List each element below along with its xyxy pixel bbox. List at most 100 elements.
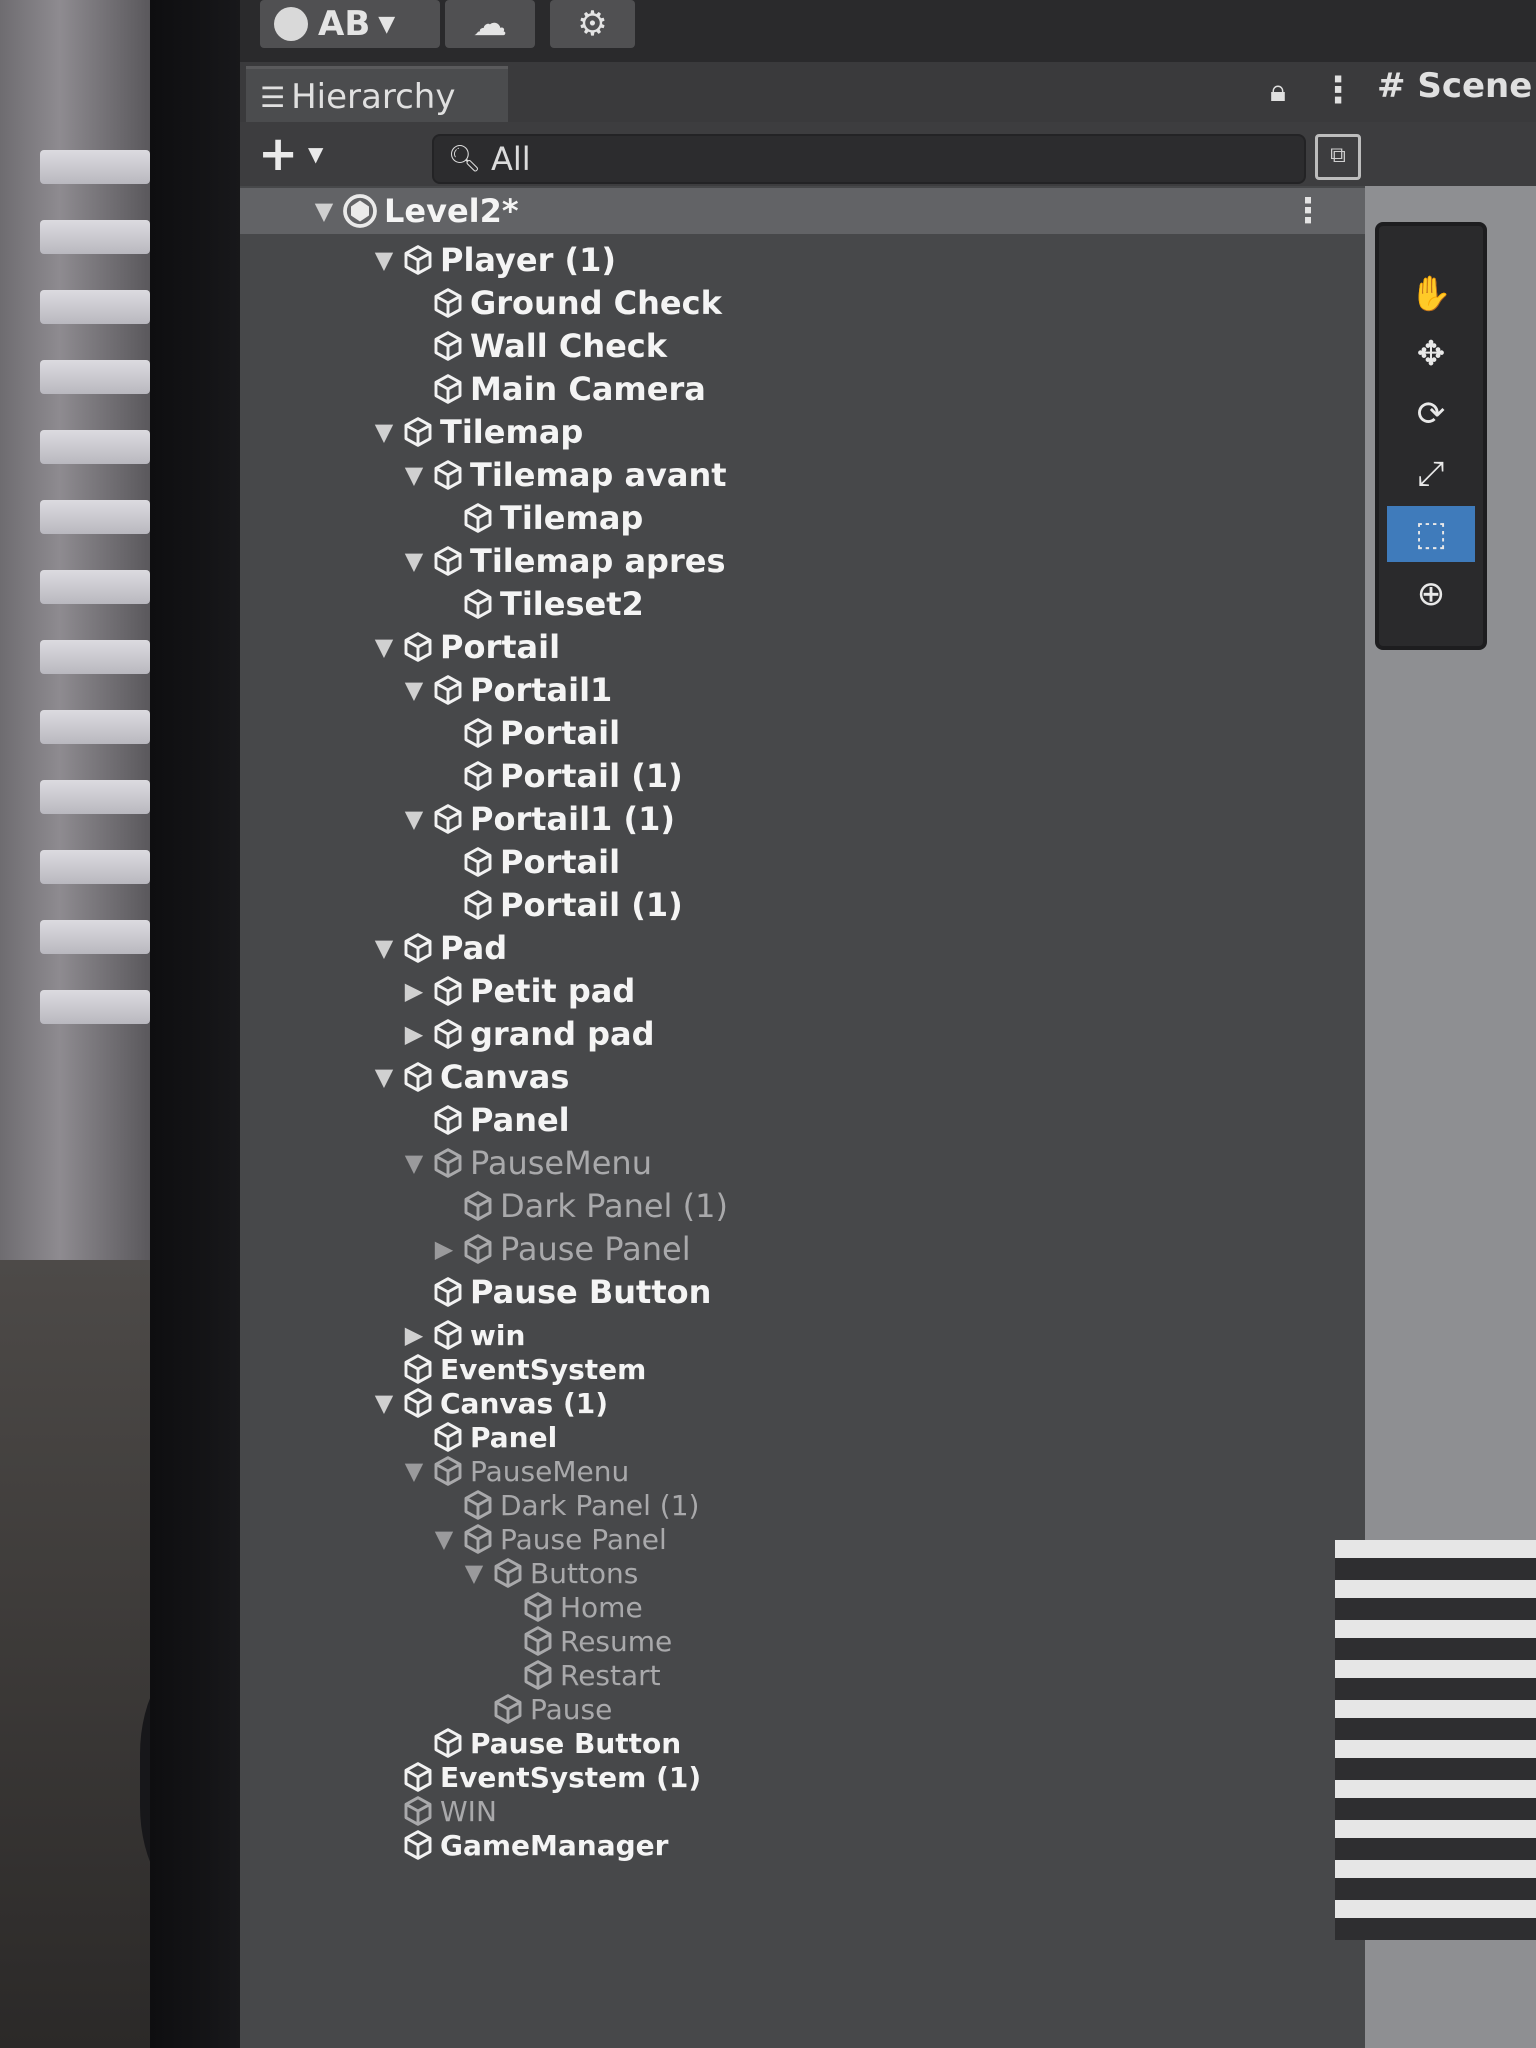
hierarchy-item[interactable]: Wall Check: [400, 326, 667, 366]
hierarchy-item[interactable]: ▶ grand pad: [400, 1014, 655, 1054]
hierarchy-item[interactable]: Panel: [400, 1100, 570, 1140]
hierarchy-item-label: Petit pad: [470, 972, 636, 1010]
hierarchy-item[interactable]: Portail (1): [430, 885, 683, 925]
expand-arrow-icon[interactable]: ▼: [400, 1149, 428, 1177]
hierarchy-item-label: Main Camera: [470, 370, 706, 408]
hierarchy-list-icon: ☰: [260, 80, 285, 114]
cloud-button[interactable]: ☁: [445, 0, 535, 48]
settings-icon: ⚙: [577, 4, 608, 44]
window-blind: [40, 290, 150, 324]
hand-icon[interactable]: ✋: [1387, 266, 1475, 322]
scene-row[interactable]: ▼ Level2* ⋮: [240, 188, 1365, 234]
scene-visibility-icon[interactable]: ⧉: [1315, 134, 1361, 180]
more-options-icon[interactable]: ⋮: [1320, 70, 1356, 111]
transform-icon[interactable]: ⊕: [1387, 566, 1475, 622]
hierarchy-item[interactable]: ▼ Player (1): [370, 240, 616, 280]
hierarchy-item-label: Pad: [440, 929, 508, 967]
hierarchy-item[interactable]: Portail: [430, 713, 620, 753]
collapse-arrow-icon[interactable]: ▶: [430, 1235, 458, 1263]
settings-button[interactable]: ⚙: [550, 0, 635, 48]
hierarchy-item-label: grand pad: [470, 1015, 655, 1053]
collapse-arrow-icon[interactable]: ▶: [400, 1321, 428, 1349]
rect-tool-icon[interactable]: ⬚: [1387, 506, 1475, 562]
expand-arrow-icon[interactable]: ▼: [370, 1063, 398, 1091]
search-input[interactable]: [489, 139, 1194, 179]
move-icon[interactable]: ✥: [1387, 326, 1475, 382]
collapse-arrow-icon[interactable]: ▶: [400, 977, 428, 1005]
scene-options-icon[interactable]: ⋮: [1291, 191, 1325, 231]
gameobject-cube-icon: [494, 1558, 522, 1588]
hierarchy-item-label: Canvas (1): [440, 1386, 609, 1420]
tab-scene[interactable]: # Scene: [1377, 66, 1532, 106]
hierarchy-item[interactable]: Portail (1): [430, 756, 683, 796]
hierarchy-item[interactable]: Main Camera: [400, 369, 706, 409]
hierarchy-item[interactable]: ▼ Canvas: [370, 1057, 570, 1097]
window-blind: [40, 500, 150, 534]
tab-hierarchy[interactable]: ☰ Hierarchy: [246, 66, 508, 125]
expand-arrow-icon[interactable]: ▼: [370, 934, 398, 962]
search-field[interactable]: 🔍︎: [432, 134, 1306, 184]
hierarchy-item[interactable]: Dark Panel (1): [430, 1186, 728, 1226]
hierarchy-item-label: Restart: [560, 1658, 661, 1692]
hierarchy-item[interactable]: ▼ Portail1 (1): [400, 799, 675, 839]
hierarchy-item-label: Tilemap apres: [470, 542, 726, 580]
expand-arrow-icon[interactable]: ▼: [370, 1389, 398, 1417]
hierarchy-item[interactable]: ▼ PauseMenu: [400, 1143, 652, 1183]
account-button[interactable]: AB ▼: [260, 0, 440, 48]
expand-arrow-icon[interactable]: ▼: [370, 418, 398, 446]
lock-icon[interactable]: 🔒︎: [1270, 74, 1286, 109]
hierarchy-item[interactable]: Ground Check: [400, 283, 722, 323]
window-blind: [40, 710, 150, 744]
hierarchy-item[interactable]: ▼ Portail1: [400, 670, 613, 710]
chevron-down-icon: ▼: [378, 11, 396, 37]
hierarchy-item-label: Pause Button: [470, 1273, 712, 1311]
expand-arrow-icon[interactable]: ▼: [370, 246, 398, 274]
gameobject-cube-icon: [434, 1422, 462, 1452]
hierarchy-item[interactable]: ▼ Tilemap avant: [400, 455, 727, 495]
expand-arrow-icon[interactable]: ▼: [400, 461, 428, 489]
hierarchy-item-label: Portail: [500, 843, 621, 881]
expand-arrow-icon[interactable]: ▼: [370, 633, 398, 661]
gameobject-cube-icon: [404, 1388, 432, 1418]
hierarchy-item[interactable]: ▼ Portail: [370, 627, 560, 667]
expand-arrow-icon[interactable]: ▼: [400, 1457, 428, 1485]
expand-arrow-icon[interactable]: ▼: [430, 1525, 458, 1553]
collapse-arrow-icon[interactable]: ▶: [400, 1020, 428, 1048]
hierarchy-item-label: Pause Panel: [500, 1522, 667, 1556]
window-blind: [40, 430, 150, 464]
window-blind: [40, 220, 150, 254]
hierarchy-item-label: Portail1: [470, 671, 613, 709]
gameobject-cube-icon: [434, 1277, 462, 1307]
chevron-down-icon[interactable]: ▼: [308, 142, 323, 166]
hierarchy-item[interactable]: GameManager: [370, 1825, 668, 1865]
gameobject-cube-icon: [404, 245, 432, 275]
gameobject-cube-icon: [404, 933, 432, 963]
rotate-icon[interactable]: ⟳: [1387, 386, 1475, 442]
expand-arrow-icon[interactable]: ▼: [400, 676, 428, 704]
hierarchy-item[interactable]: Tilemap: [430, 498, 643, 538]
hierarchy-item-label: Portail1 (1): [470, 800, 675, 838]
window-blind: [40, 920, 150, 954]
hierarchy-item[interactable]: ▶ Pause Panel: [430, 1229, 691, 1269]
scale-icon[interactable]: ⤢: [1387, 446, 1475, 502]
hierarchy-item[interactable]: ▼ Tilemap: [370, 412, 584, 452]
gameobject-cube-icon: [464, 761, 492, 791]
hierarchy-item[interactable]: ▼ Tilemap apres: [400, 541, 726, 581]
hierarchy-item[interactable]: ▶ Petit pad: [400, 971, 636, 1011]
gameobject-cube-icon: [464, 1524, 492, 1554]
hierarchy-item-label: Pause Panel: [500, 1230, 691, 1268]
hierarchy-item[interactable]: Portail: [430, 842, 620, 882]
hierarchy-item-label: Portail (1): [500, 757, 683, 795]
hierarchy-item[interactable]: Tileset2: [430, 584, 644, 624]
expand-arrow-icon[interactable]: ▼: [460, 1559, 488, 1587]
add-button[interactable]: +: [258, 126, 298, 182]
expand-arrow-icon[interactable]: ▼: [310, 197, 338, 225]
gameobject-cube-icon: [434, 331, 462, 361]
scene-maze-preview: [1335, 1540, 1536, 1940]
hierarchy-item[interactable]: ▼ Pad: [370, 928, 507, 968]
expand-arrow-icon[interactable]: ▼: [400, 547, 428, 575]
hierarchy-item[interactable]: Pause Button: [400, 1272, 711, 1312]
hierarchy-item-label: Canvas: [440, 1058, 570, 1096]
expand-arrow-icon[interactable]: ▼: [400, 805, 428, 833]
hierarchy-item-label: Ground Check: [470, 284, 722, 322]
